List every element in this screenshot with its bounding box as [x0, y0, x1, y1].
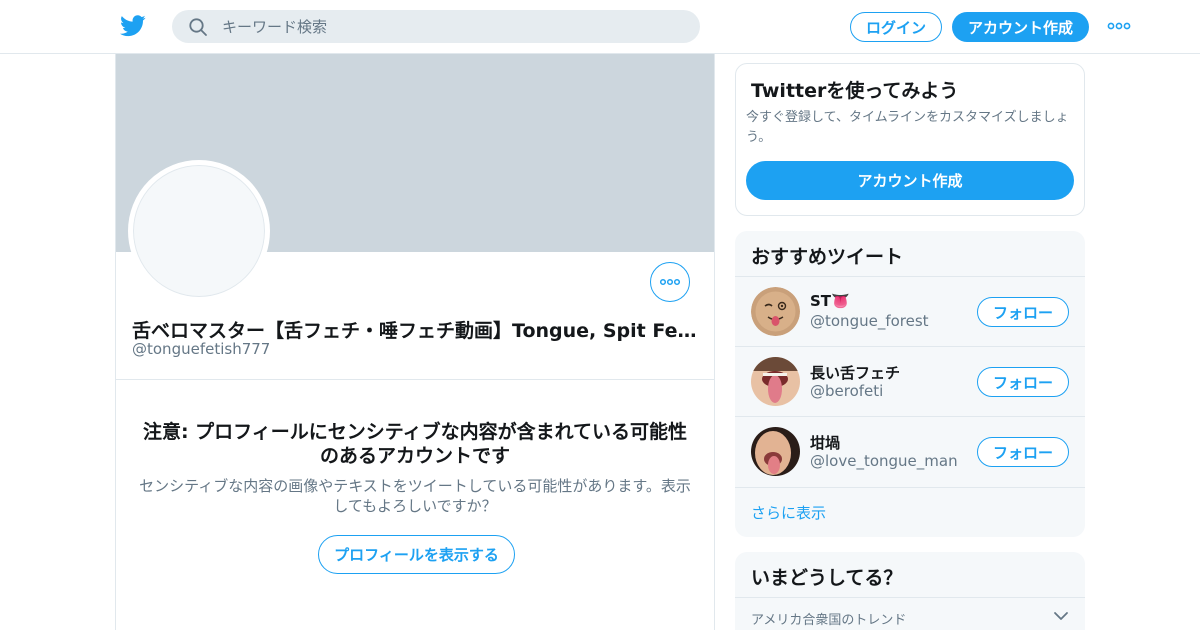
- recommended-card: おすすめツイート ST👅 @tongue_forest フォロー 長い舌フェチ …: [735, 231, 1085, 537]
- avatar[interactable]: [751, 287, 800, 336]
- signup-card-button[interactable]: アカウント作成: [746, 161, 1074, 200]
- signup-button[interactable]: アカウント作成: [952, 12, 1089, 42]
- divider: [116, 379, 714, 380]
- trends-location-label: アメリカ合衆国のトレンド: [751, 613, 907, 628]
- account-handle: @tongue_forest: [810, 312, 929, 330]
- list-item[interactable]: 坩堝 @love_tongue_man フォロー: [735, 416, 1085, 486]
- profile-handle: @tonguefetish777: [132, 340, 271, 358]
- show-profile-button[interactable]: プロフィールを表示する: [318, 535, 515, 574]
- account-name[interactable]: 坩堝: [810, 432, 840, 453]
- signup-card-description: 今すぐ登録して、タイムラインをカスタマイズしましょう。: [746, 110, 1069, 145]
- follow-button[interactable]: フォロー: [977, 367, 1069, 397]
- profile-column: 舌ベロマスター【舌フェチ・唾フェチ動画】Tongue, Spit Fetish……: [115, 54, 715, 630]
- list-item[interactable]: ST👅 @tongue_forest フォロー: [735, 276, 1085, 346]
- trends-location-selector[interactable]: アメリカ合衆国のトレンド: [735, 597, 1085, 630]
- follow-button[interactable]: フォロー: [977, 437, 1069, 467]
- follow-button[interactable]: フォロー: [977, 297, 1069, 327]
- profile-more-button[interactable]: [650, 262, 690, 302]
- more-dots-icon: [659, 278, 681, 286]
- search-box[interactable]: [172, 10, 700, 43]
- recommended-title: おすすめツイート: [751, 246, 904, 268]
- account-name[interactable]: ST👅: [810, 292, 850, 310]
- top-navigation-bar: ログイン アカウント作成: [0, 0, 1200, 54]
- signup-card-title: Twitterを使ってみよう: [751, 80, 959, 102]
- avatar[interactable]: [751, 357, 800, 406]
- profile-avatar: [128, 160, 270, 302]
- account-name[interactable]: 長い舌フェチ: [810, 362, 900, 383]
- twitter-logo-icon[interactable]: [120, 14, 146, 38]
- signup-card: Twitterを使ってみよう 今すぐ登録して、タイムラインをカスタマイズしましょ…: [735, 63, 1085, 216]
- login-button[interactable]: ログイン: [850, 12, 942, 42]
- sensitive-warning-title: 注意: プロフィールにセンシティブな内容が含まれている可能性のあるアカウントです: [142, 421, 688, 467]
- account-handle: @love_tongue_man: [810, 452, 958, 470]
- search-input[interactable]: [222, 14, 682, 39]
- sensitive-warning-text: センシティブな内容の画像やテキストをツイートしている可能性があります。表示しても…: [139, 477, 691, 515]
- avatar[interactable]: [751, 427, 800, 476]
- search-icon: [189, 18, 207, 36]
- show-more-link[interactable]: さらに表示: [735, 487, 1085, 537]
- show-more-label[interactable]: さらに表示: [751, 502, 826, 523]
- more-dots-icon[interactable]: [1106, 18, 1132, 34]
- trends-title: いまどうしてる？: [751, 567, 903, 589]
- profile-name: 舌ベロマスター【舌フェチ・唾フェチ動画】Tongue, Spit Fetish…: [132, 320, 702, 342]
- trends-card: いまどうしてる？ アメリカ合衆国のトレンド: [735, 552, 1085, 630]
- list-item[interactable]: 長い舌フェチ @berofeti フォロー: [735, 346, 1085, 416]
- account-handle: @berofeti: [810, 382, 884, 400]
- chevron-down-icon[interactable]: [1053, 610, 1069, 622]
